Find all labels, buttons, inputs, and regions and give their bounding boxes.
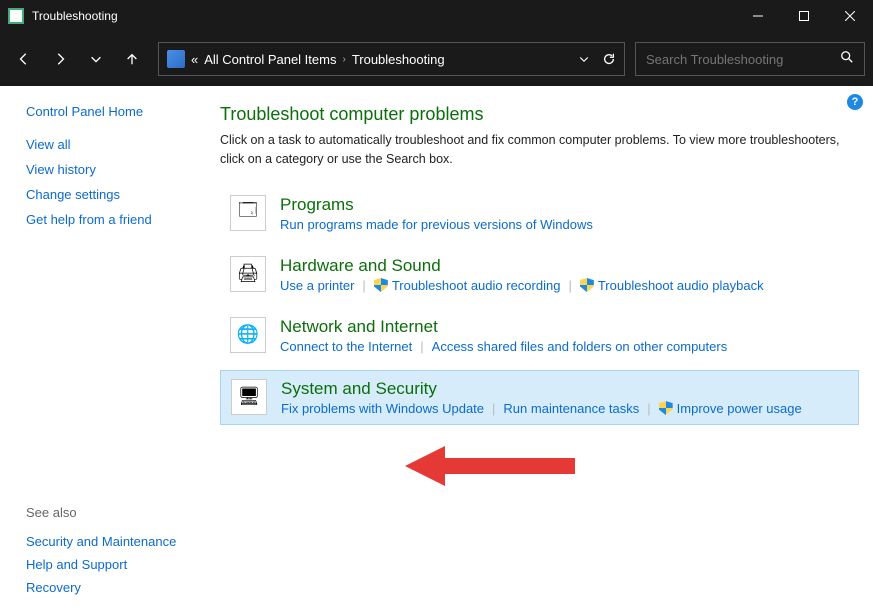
refresh-icon[interactable] (602, 52, 616, 66)
category-icon: 🌐 (230, 317, 266, 353)
recent-dropdown[interactable] (80, 43, 112, 75)
category-hardware-and-sound: 🖨 Hardware and Sound Use a printer|Trouble… (220, 248, 859, 301)
maximize-button[interactable] (781, 0, 827, 32)
task-link[interactable]: Access shared files and folders on other… (432, 339, 728, 354)
task-link[interactable]: Connect to the Internet (280, 339, 412, 354)
app-icon (8, 8, 24, 24)
category-links: Run programs made for previous versions … (280, 217, 849, 232)
back-button[interactable] (8, 43, 40, 75)
category-title[interactable]: System and Security (281, 379, 848, 399)
page-heading: Troubleshoot computer problems (220, 104, 859, 125)
breadcrumb-prefix: « (191, 52, 198, 67)
task-link[interactable]: Fix problems with Windows Update (281, 401, 484, 416)
titlebar: Troubleshooting (0, 0, 873, 32)
category-title[interactable]: Programs (280, 195, 849, 215)
sidebar-home-link[interactable]: Control Panel Home (26, 104, 210, 119)
annotation-arrow (405, 441, 575, 496)
see-also-help[interactable]: Help and Support (26, 553, 176, 576)
location-icon (167, 50, 185, 68)
navbar: « All Control Panel Items › Troubleshoot… (0, 32, 873, 86)
window-title: Troubleshooting (32, 9, 735, 23)
category-links: Use a printer|Troubleshoot audio recordi… (280, 278, 849, 293)
chevron-down-icon[interactable] (578, 53, 590, 65)
category-icon: 🖥 (231, 379, 267, 415)
sidebar-get-help[interactable]: Get help from a friend (26, 208, 210, 231)
sidebar-view-history[interactable]: View history (26, 158, 210, 181)
close-button[interactable] (827, 0, 873, 32)
category-system-and-security: 🖥 System and Security Fix problems with Wi… (220, 370, 859, 425)
see-also: See also Security and Maintenance Help a… (26, 505, 176, 599)
task-link[interactable]: Troubleshoot audio playback (580, 278, 764, 293)
breadcrumb-item[interactable]: Troubleshooting (352, 52, 445, 67)
task-link[interactable]: Use a printer (280, 278, 354, 293)
task-link[interactable]: Improve power usage (659, 401, 802, 416)
forward-button[interactable] (44, 43, 76, 75)
category-links: Connect to the Internet|Access shared fi… (280, 339, 849, 354)
see-also-label: See also (26, 505, 176, 520)
page-description: Click on a task to automatically trouble… (220, 131, 859, 169)
task-link[interactable]: Run programs made for previous versions … (280, 217, 593, 232)
search-input[interactable] (646, 52, 840, 67)
category-title[interactable]: Hardware and Sound (280, 256, 849, 276)
main-panel: Troubleshoot computer problems Click on … (210, 86, 873, 609)
category-links: Fix problems with Windows Update|Run mai… (281, 401, 848, 416)
sidebar-view-all[interactable]: View all (26, 133, 210, 156)
search-box[interactable] (635, 42, 865, 76)
address-bar[interactable]: « All Control Panel Items › Troubleshoot… (158, 42, 625, 76)
chevron-right-icon[interactable]: › (342, 54, 345, 65)
see-also-security[interactable]: Security and Maintenance (26, 530, 176, 553)
sidebar-change-settings[interactable]: Change settings (26, 183, 210, 206)
category-title[interactable]: Network and Internet (280, 317, 849, 337)
search-icon[interactable] (840, 50, 854, 69)
category-network-and-internet: 🌐 Network and Internet Connect to the Inte… (220, 309, 859, 362)
breadcrumb-item[interactable]: All Control Panel Items (204, 52, 336, 67)
category-programs: 🗔 Programs Run programs made for previous … (220, 187, 859, 240)
up-button[interactable] (116, 43, 148, 75)
minimize-button[interactable] (735, 0, 781, 32)
task-link[interactable]: Troubleshoot audio recording (374, 278, 561, 293)
category-icon: 🖨 (230, 256, 266, 292)
category-icon: 🗔 (230, 195, 266, 231)
help-icon[interactable]: ? (847, 94, 863, 110)
task-link[interactable]: Run maintenance tasks (503, 401, 639, 416)
see-also-recovery[interactable]: Recovery (26, 576, 176, 599)
